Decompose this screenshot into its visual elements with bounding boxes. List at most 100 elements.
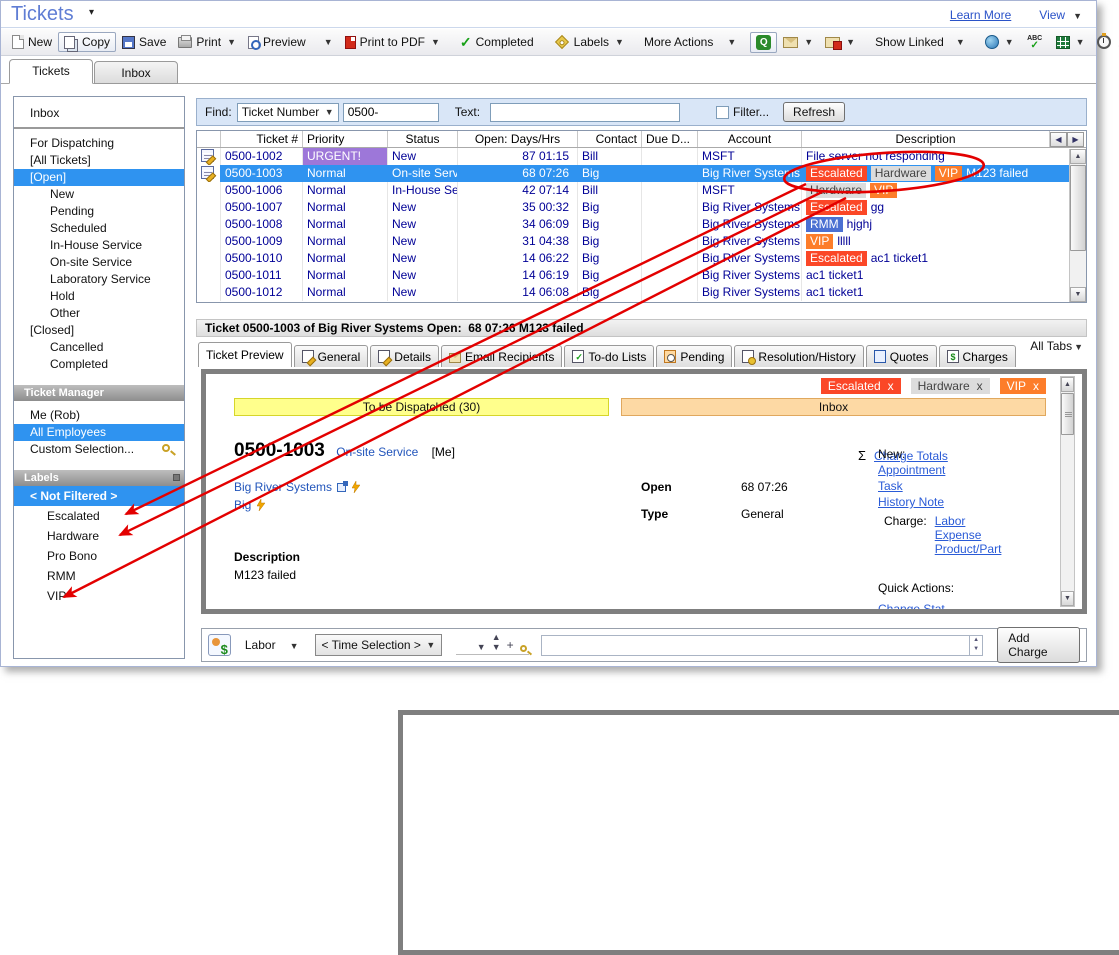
new-button[interactable]: New: [6, 32, 58, 52]
export-excel-button[interactable]: ▼: [1050, 33, 1091, 52]
to-be-dispatched-bar[interactable]: To be Dispatched (30): [234, 398, 609, 416]
label-filter-item[interactable]: VIP: [14, 586, 184, 606]
more-actions-button[interactable]: More Actions▼: [638, 32, 742, 52]
external-link-icon[interactable]: [337, 483, 346, 492]
email-pdf-button[interactable]: ▼: [819, 34, 861, 51]
label-filter-item[interactable]: Pro Bono: [14, 546, 184, 566]
title-menu-caret-icon[interactable]: ▾: [89, 7, 94, 18]
header-due-date[interactable]: Due D...: [642, 131, 698, 147]
detail-tab[interactable]: General: [294, 345, 369, 367]
show-linked-button[interactable]: Show Linked▼: [869, 32, 971, 52]
scroll-right-button[interactable]: ▶: [1067, 132, 1084, 147]
collapse-icon[interactable]: [173, 474, 180, 481]
sidebar-nav-item[interactable]: Hold: [14, 288, 184, 305]
tab-inbox[interactable]: Inbox: [94, 61, 178, 84]
print-button[interactable]: Print▼: [172, 32, 242, 52]
detail-tab[interactable]: To-do Lists: [564, 345, 654, 367]
ticket-manager-item[interactable]: Me (Rob): [14, 407, 184, 424]
stepper-down-icon[interactable]: ▼: [970, 645, 982, 655]
label-filter-item[interactable]: RMM: [14, 566, 184, 586]
plus-icon[interactable]: +: [507, 638, 514, 652]
detail-tab[interactable]: Charges: [939, 345, 1016, 367]
web-button[interactable]: ▼: [979, 32, 1020, 52]
preview-button[interactable]: Preview▼: [242, 32, 339, 52]
table-row[interactable]: 0500-1008 Normal New 34 06:09 Big Big Ri…: [197, 216, 1086, 233]
updown-icon[interactable]: ▲▼: [492, 632, 501, 652]
time-selection-select[interactable]: < Time Selection >▼: [315, 634, 443, 656]
header-contact[interactable]: Contact: [578, 131, 642, 147]
account-link[interactable]: Big River Systems: [234, 480, 360, 496]
sidebar-nav-item[interactable]: Scheduled: [14, 220, 184, 237]
lightning-icon[interactable]: [352, 481, 360, 496]
charge-action-link[interactable]: Labor: [935, 514, 1002, 528]
chip-remove-button[interactable]: x: [888, 379, 894, 393]
sidebar-nav-item[interactable]: [Open]: [14, 169, 184, 186]
table-row[interactable]: 0500-1003 Normal On-site Service 68 07:2…: [197, 165, 1086, 182]
change-status-link[interactable]: Change Stat: [878, 602, 945, 614]
custom-selection-item[interactable]: Custom Selection...: [14, 441, 184, 458]
table-row[interactable]: 0500-1007 Normal New 35 00:32 Big Big Ri…: [197, 199, 1086, 216]
ticket-label-chip[interactable]: VIPx: [1000, 378, 1046, 394]
header-status[interactable]: Status: [388, 131, 458, 147]
add-charge-button[interactable]: Add Charge: [997, 627, 1080, 663]
table-row[interactable]: 0500-1006 Normal In-House Service 42 07:…: [197, 182, 1086, 199]
scroll-down-button[interactable]: ▼: [1070, 287, 1086, 302]
find-value-input[interactable]: [343, 103, 439, 122]
quantity-stepper[interactable]: ▲▼: [970, 635, 983, 656]
table-row[interactable]: 0500-1002 URGENT! New 87 01:15 Bill MSFT…: [197, 148, 1086, 165]
header-account[interactable]: Account: [698, 131, 802, 147]
detail-tab[interactable]: Resolution/History: [734, 345, 863, 367]
charge-action-link[interactable]: Expense: [935, 528, 1002, 542]
header-open-days[interactable]: Open: Days/Hrs: [458, 131, 578, 147]
sidebar-nav-item[interactable]: Completed: [14, 356, 184, 373]
ticket-label-chip[interactable]: Escalatedx: [821, 378, 901, 394]
quickbooks-button[interactable]: [750, 32, 777, 53]
stepper-up-icon[interactable]: ▲: [970, 636, 982, 646]
detail-tab[interactable]: Ticket Preview: [198, 342, 292, 367]
tab-tickets[interactable]: Tickets: [9, 59, 93, 84]
scrollbar-thumb[interactable]: [1061, 393, 1074, 435]
refresh-button[interactable]: Refresh: [783, 102, 845, 122]
learn-more-link[interactable]: Learn More: [950, 8, 1011, 22]
sidebar-item-inbox[interactable]: Inbox: [14, 105, 184, 122]
labels-button[interactable]: Labels▼: [548, 32, 630, 52]
header-description[interactable]: Description: [802, 131, 1050, 147]
sidebar-nav-item[interactable]: In-House Service: [14, 237, 184, 254]
list-vertical-scrollbar[interactable]: ▲ ▼: [1069, 149, 1086, 302]
find-field-select[interactable]: Ticket Number▼: [237, 103, 339, 122]
label-filter-item[interactable]: < Not Filtered >: [14, 486, 184, 506]
table-row[interactable]: 0500-1012 Normal New 14 06:08 Big Big Ri…: [197, 284, 1086, 301]
scroll-up-button[interactable]: ▲: [1061, 377, 1074, 392]
sidebar-nav-item[interactable]: Cancelled: [14, 339, 184, 356]
table-row[interactable]: 0500-1010 Normal New 14 06:22 Big Big Ri…: [197, 250, 1086, 267]
scroll-left-button[interactable]: ◀: [1050, 132, 1067, 147]
print-to-pdf-button[interactable]: Print to PDF▼: [339, 32, 446, 52]
chip-remove-button[interactable]: x: [977, 379, 983, 393]
table-row[interactable]: 0500-1009 Normal New 31 04:38 Big Big Ri…: [197, 233, 1086, 250]
inbox-queue-bar[interactable]: Inbox: [621, 398, 1046, 416]
charge-type-select[interactable]: Labor▼: [245, 638, 299, 652]
sidebar-nav-item[interactable]: Other: [14, 305, 184, 322]
filter-checkbox[interactable]: [716, 106, 729, 119]
scrollbar-thumb[interactable]: [1070, 165, 1086, 251]
contact-link[interactable]: Big: [234, 498, 265, 514]
spell-check-button[interactable]: [1020, 32, 1050, 53]
header-ticket-number[interactable]: Ticket #: [221, 131, 303, 147]
detail-tab[interactable]: Email Recipients: [441, 345, 562, 367]
preview-scrollbar[interactable]: ▲ ▼: [1060, 376, 1075, 607]
new-action-link[interactable]: History Note: [878, 494, 945, 510]
label-filter-item[interactable]: Escalated: [14, 506, 184, 526]
chevron-down-icon[interactable]: ▼: [477, 642, 486, 652]
scroll-down-button[interactable]: ▼: [1061, 591, 1074, 606]
new-action-link[interactable]: Task: [878, 478, 945, 494]
save-button[interactable]: Save: [116, 32, 172, 52]
sidebar-nav-item[interactable]: For Dispatching: [14, 135, 184, 152]
detail-tab[interactable]: Details: [370, 345, 439, 367]
chip-remove-button[interactable]: x: [1033, 379, 1039, 393]
detail-tab[interactable]: Quotes: [866, 345, 937, 367]
text-search-input[interactable]: [490, 103, 680, 122]
sidebar-nav-item[interactable]: Pending: [14, 203, 184, 220]
view-menu[interactable]: View▼: [1039, 8, 1082, 22]
sidebar-nav-item[interactable]: New: [14, 186, 184, 203]
sidebar-nav-item[interactable]: [All Tickets]: [14, 152, 184, 169]
